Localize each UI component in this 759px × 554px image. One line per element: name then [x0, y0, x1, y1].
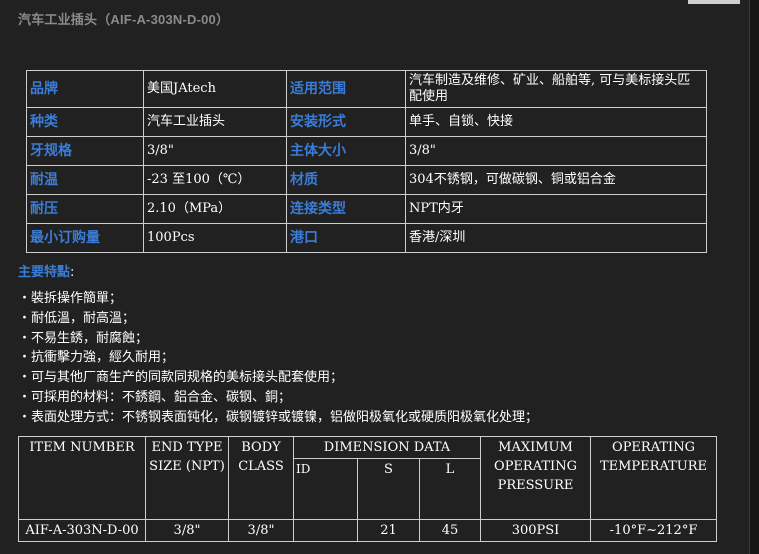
spec-value-body-size: 3/8" [405, 136, 707, 166]
spec-value-pressure: 2.10（MPa） [143, 194, 287, 224]
cell-end-type: 3/8" [145, 519, 229, 542]
header-l: L [419, 458, 481, 520]
table-row: AIF-A-303N-D-00 3/8" 3/8" 21 45 300PSI -… [18, 519, 717, 542]
header-id: ID [293, 458, 358, 520]
spec-value-install: 单手、自锁、快接 [405, 107, 707, 137]
feature-item: 可採用的材料：不銹鋼、鋁合金、碳钢、銅； [18, 388, 538, 408]
features-colon: : [70, 265, 75, 280]
cell-pressure: 300PSI [480, 519, 591, 542]
header-s: S [357, 458, 420, 520]
feature-item: 裝拆操作簡單； [18, 289, 538, 309]
features-title: 主要特點 [18, 265, 71, 280]
feature-item: 可与其他厂商生产的同款同规格的美标接头配套使用； [18, 368, 538, 388]
spec-key-port: 港口 [286, 223, 406, 253]
spec-value-thread: 3/8" [143, 136, 287, 166]
spec-value-brand: 美国JAtech [143, 70, 287, 108]
spec-key-thread: 牙规格 [26, 136, 144, 166]
spec-row: 最小订购量 100Pcs 港口 香港/深圳 [26, 223, 707, 253]
header-body-class: BODY CLASS [228, 436, 294, 520]
feature-item: 表面处理方式：不锈钢表面钝化，碳钢镀锌或镀镍，铝做阳极氧化或硬质阳极氧化处理； [18, 408, 538, 428]
feature-item: 抗衝擊力強，經久耐用； [18, 348, 538, 368]
spec-key-brand: 品牌 [26, 70, 144, 108]
spec-row: 牙规格 3/8" 主体大小 3/8" [26, 136, 707, 166]
spec-value-connection: NPT内牙 [405, 194, 707, 224]
spec-row: 品牌 美国JAtech 适用范围 汽车制造及维修、矿业、船舶等, 可与美标接头匹… [26, 70, 707, 108]
spec-table: 品牌 美国JAtech 适用范围 汽车制造及维修、矿业、船舶等, 可与美标接头匹… [26, 70, 707, 253]
header-item-number: ITEM NUMBER [18, 436, 146, 520]
spec-row: 耐温 -23 至100（℃） 材质 304不锈钢，可做碳钢、铜或铝合金 [26, 165, 707, 195]
header-operating-temp: OPERATING TEMPERATURE [590, 436, 717, 520]
item-header-row: ITEM NUMBER END TYPE SIZE (NPT) BODY CLA… [18, 436, 717, 520]
page-title: 汽车工业插头（AIF-A-303N-D-00） [18, 12, 230, 27]
spec-value-port: 香港/深圳 [405, 223, 707, 253]
cell-s: 21 [357, 519, 420, 542]
header-end-type: END TYPE SIZE (NPT) [145, 436, 229, 520]
cell-body-class: 3/8" [228, 519, 294, 542]
spec-key-install: 安装形式 [286, 107, 406, 137]
spec-value-temperature: -23 至100（℃） [143, 165, 287, 195]
cell-id [293, 519, 358, 542]
item-table: ITEM NUMBER END TYPE SIZE (NPT) BODY CLA… [18, 436, 717, 542]
feature-item: 不易生銹，耐腐蝕； [18, 329, 538, 349]
spec-key-application: 适用范围 [286, 70, 406, 108]
spec-key-temperature: 耐温 [26, 165, 144, 195]
spec-key-moq: 最小订购量 [26, 223, 144, 253]
features-heading: 主要特點: [18, 261, 74, 280]
spec-value-moq: 100Pcs [143, 223, 287, 253]
scroll-strip [750, 0, 759, 554]
header-dimension-data: DIMENSION DATA [293, 436, 481, 459]
spec-value-application: 汽车制造及维修、矿业、船舶等, 可与美标接头匹配使用 [405, 70, 707, 108]
features-list: 裝拆操作簡單； 耐低溫，耐高溫； 不易生銹，耐腐蝕； 抗衝擊力強，經久耐用； 可… [18, 289, 538, 428]
cell-item-number: AIF-A-303N-D-00 [18, 519, 146, 542]
spec-key-material: 材质 [286, 165, 406, 195]
header-max-pressure: MAXIMUM OPERATING PRESSURE [480, 436, 591, 520]
top-corner-mark [688, 0, 740, 4]
spec-key-body-size: 主体大小 [286, 136, 406, 166]
spec-key-connection: 连接类型 [286, 194, 406, 224]
cell-temperature: -10°F~212°F [590, 519, 717, 542]
spec-value-type: 汽车工业插头 [143, 107, 287, 137]
spec-row: 耐压 2.10（MPa） 连接类型 NPT内牙 [26, 194, 707, 224]
spec-value-material: 304不锈钢，可做碳钢、铜或铝合金 [405, 165, 707, 195]
spec-row: 种类 汽车工业插头 安装形式 单手、自锁、快接 [26, 107, 707, 137]
spec-key-type: 种类 [26, 107, 144, 137]
feature-item: 耐低溫，耐高溫； [18, 309, 538, 329]
cell-l: 45 [419, 519, 481, 542]
spec-key-pressure: 耐压 [26, 194, 144, 224]
